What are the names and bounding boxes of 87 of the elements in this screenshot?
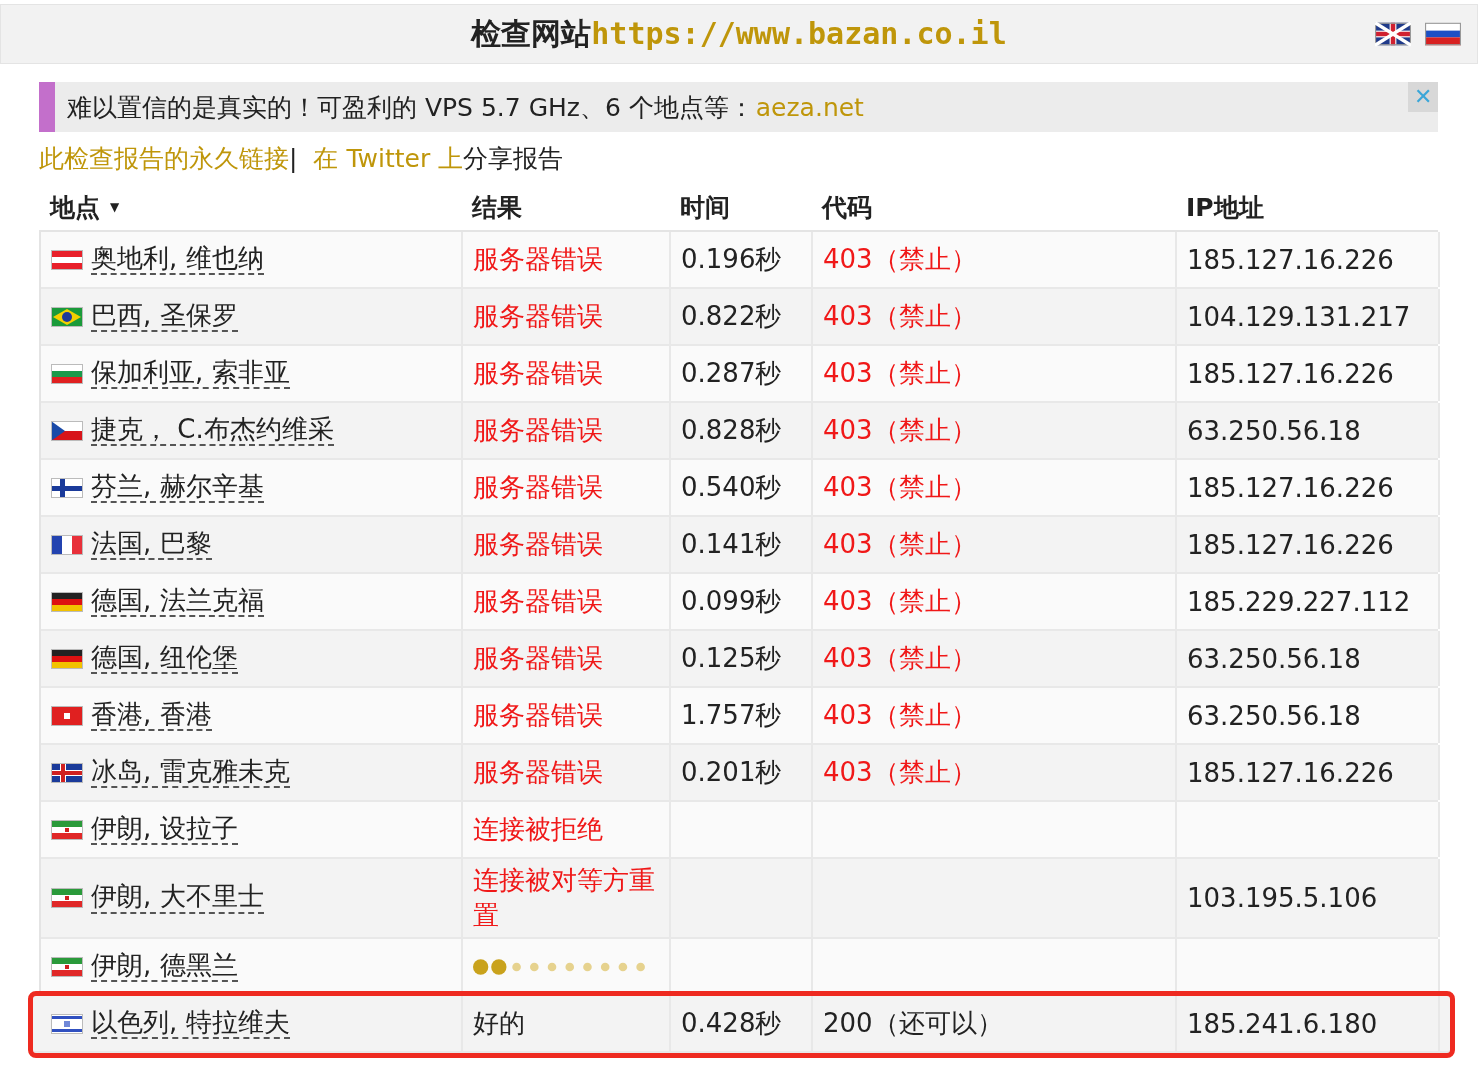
ip-address: 185.229.227.112 — [1187, 586, 1411, 617]
flag-icon — [51, 420, 83, 441]
location-link[interactable]: 芬兰, 赫尔辛基 — [91, 471, 264, 504]
ip-address: 185.127.16.226 — [1187, 472, 1394, 503]
flag-icon — [51, 705, 83, 726]
flag-icon — [51, 888, 83, 908]
column-header[interactable]: 地点 — [50, 190, 100, 224]
ad-text: 难以置信的是真实的！可盈利的 VPS 5.7 GHz、6 个地点等： — [67, 91, 754, 124]
flag-icon — [51, 591, 83, 612]
time-text: 0.196秒 — [681, 243, 782, 276]
ip-address: 104.129.131.217 — [1187, 301, 1411, 332]
time-text: 1.757秒 — [681, 699, 782, 732]
status-code: 200（还可以） — [823, 1007, 1003, 1040]
status-code: 403（禁止） — [823, 699, 977, 732]
result-text: 服务器错误 — [473, 756, 603, 789]
flag-icon — [51, 956, 83, 977]
ip-address: 185.127.16.226 — [1187, 757, 1394, 788]
status-code: 403（禁止） — [823, 300, 977, 333]
flag-icon — [51, 306, 83, 327]
location-link[interactable]: 法国, 巴黎 — [91, 528, 212, 561]
location-link[interactable]: 巴西, 圣保罗 — [91, 300, 238, 333]
flag-icon — [51, 534, 83, 555]
flag-icon — [51, 363, 83, 384]
separator: | — [289, 143, 298, 173]
status-code: 403（禁止） — [823, 414, 977, 447]
time-text: 0.828秒 — [681, 414, 782, 447]
accent-bar — [39, 82, 55, 132]
result-text: 服务器错误 — [473, 699, 603, 732]
ip-address: 185.127.16.226 — [1187, 244, 1394, 275]
status-code: 403（禁止） — [823, 528, 977, 561]
result-text: 服务器错误 — [473, 471, 603, 504]
location-link[interactable]: 奥地利, 维也纳 — [91, 243, 264, 276]
ip-address: 103.195.5.106 — [1187, 883, 1378, 913]
column-header: 结果 — [472, 191, 522, 224]
status-code: 403（禁止） — [823, 756, 977, 789]
time-text: 0.201秒 — [681, 756, 782, 789]
time-text: 0.540秒 — [681, 471, 782, 504]
result-text: 服务器错误 — [473, 243, 603, 276]
time-text: 0.287秒 — [681, 357, 782, 390]
location-link[interactable]: 香港, 香港 — [91, 699, 212, 732]
flag-icon — [51, 819, 83, 840]
result-text: 服务器错误 — [473, 528, 603, 561]
flag-icon — [51, 477, 83, 498]
flag-icon — [51, 249, 83, 270]
result-text: 连接被对等方重置 — [473, 864, 656, 932]
time-text: 0.099秒 — [681, 585, 782, 618]
ip-address: 185.127.16.226 — [1187, 529, 1394, 560]
status-code: 403（禁止） — [823, 585, 977, 618]
location-link[interactable]: 伊朗, 德黑兰 — [91, 950, 238, 983]
result-text: 服务器错误 — [473, 357, 603, 390]
location-link[interactable]: 捷克， C.布杰约维采 — [91, 414, 334, 447]
location-link[interactable]: 德国, 法兰克福 — [91, 585, 264, 618]
column-header: 时间 — [680, 191, 730, 224]
page-title: 检查网站 — [471, 15, 592, 51]
result-text: 服务器错误 — [473, 642, 603, 675]
result-text: 好的 — [473, 1007, 525, 1040]
location-link[interactable]: 伊朗, 大不里士 — [91, 882, 264, 914]
result-text: 服务器错误 — [473, 300, 603, 333]
location-link[interactable]: 保加利亚, 索非亚 — [91, 357, 290, 390]
column-header: IP地址 — [1186, 191, 1264, 224]
flag-icon — [51, 1013, 83, 1034]
ip-address: 185.241.6.180 — [1187, 1008, 1378, 1039]
time-text: 0.822秒 — [681, 300, 782, 333]
share-text: 分享报告 — [463, 142, 564, 175]
time-text: 0.141秒 — [681, 528, 782, 561]
time-text: 0.428秒 — [681, 1007, 782, 1040]
flag-icon — [51, 762, 83, 783]
status-code: 403（禁止） — [823, 642, 977, 675]
result-text: 服务器错误 — [473, 585, 603, 618]
column-header: 代码 — [822, 191, 872, 224]
ip-address: 63.250.56.18 — [1187, 415, 1361, 446]
sort-icon[interactable]: ▼ — [110, 200, 120, 214]
ip-address: 63.250.56.18 — [1187, 643, 1361, 674]
location-link[interactable]: 冰岛, 雷克雅未克 — [91, 756, 290, 789]
ip-address: 63.250.56.18 — [1187, 700, 1361, 731]
flag-icon[interactable] — [1375, 19, 1411, 49]
time-text: 0.125秒 — [681, 642, 782, 675]
location-link[interactable]: 伊朗, 设拉子 — [91, 813, 238, 846]
result-text: 服务器错误 — [473, 414, 603, 447]
status-code: 403（禁止） — [823, 471, 977, 504]
location-link[interactable]: 以色列, 特拉维夫 — [91, 1007, 290, 1040]
result-text: 连接被拒绝 — [473, 813, 603, 846]
flag-icon — [51, 648, 83, 669]
location-link[interactable]: 德国, 纽伦堡 — [91, 642, 238, 675]
status-code: 403（禁止） — [823, 243, 977, 276]
ip-address: 185.127.16.226 — [1187, 358, 1394, 389]
status-code: 403（禁止） — [823, 357, 977, 390]
